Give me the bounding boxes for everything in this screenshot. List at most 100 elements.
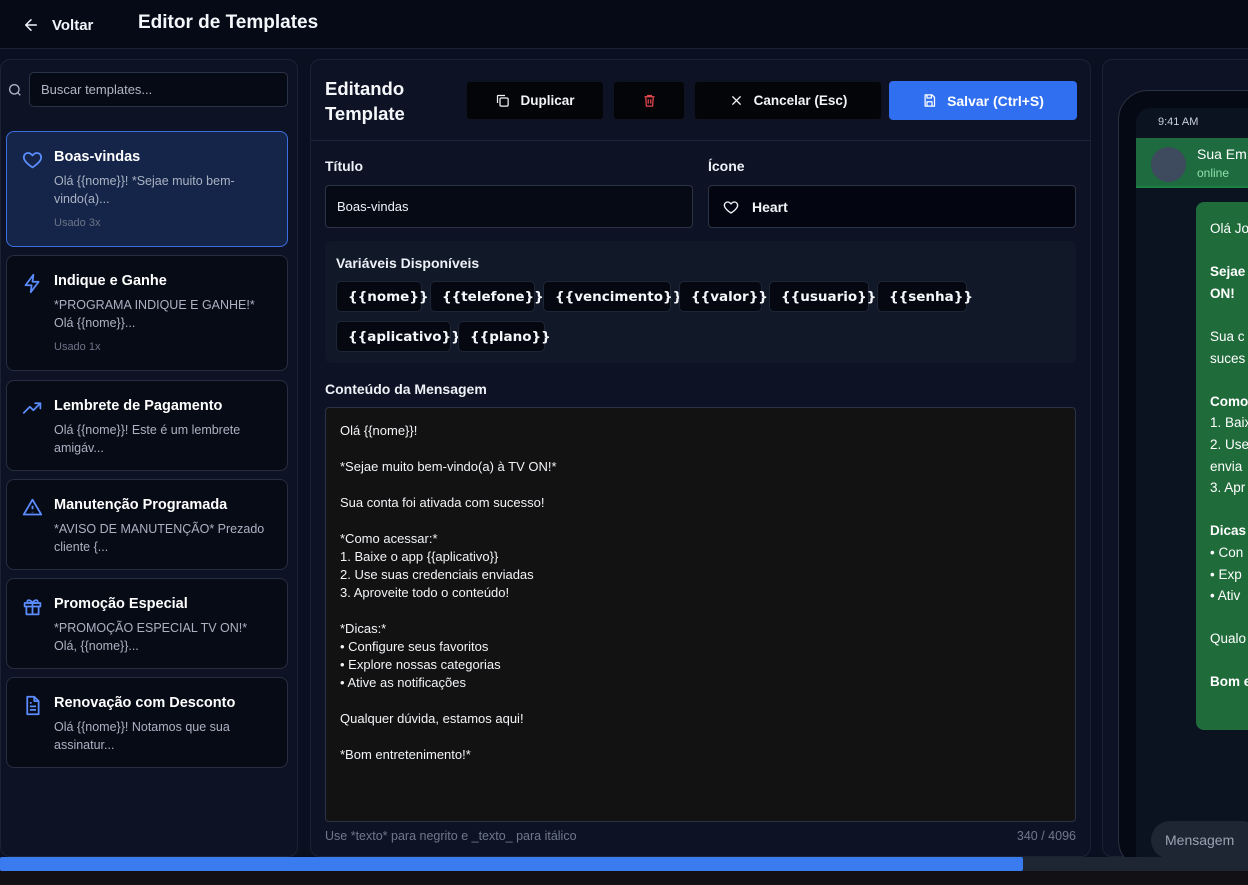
- bubble-line: 2. Use: [1210, 436, 1248, 452]
- template-preview: Olá {{nome}}! Este é um lembrete amigáv.…: [54, 423, 241, 455]
- bubble-line: envia: [1210, 458, 1243, 474]
- arrow-left-icon: [25, 19, 37, 31]
- bubble-line: • Exp: [1210, 566, 1242, 582]
- template-card-boas-vindas[interactable]: Boas-vindas Olá {{nome}}! *Sejae muito b…: [6, 131, 288, 247]
- message-content-textarea[interactable]: Olá {{nome}}! *Sejae muito bem-vindo(a) …: [325, 407, 1076, 822]
- phone-screen: 9:41 AM Sua Em online Olá Jo Sejae ON! Sua …: [1136, 108, 1248, 868]
- warning-icon: [22, 498, 43, 516]
- delete-button[interactable]: [613, 81, 685, 120]
- heart-icon: [723, 200, 739, 214]
- bubble-line: Olá Jo: [1210, 221, 1248, 236]
- template-card-lembrete-de-pagamento[interactable]: Lembrete de Pagamento Olá {{nome}}! Este…: [6, 380, 288, 471]
- copy-icon: [497, 94, 510, 107]
- content-line: [340, 728, 1061, 746]
- template-title: Promoção Especial: [54, 596, 188, 612]
- content-line: [340, 512, 1061, 530]
- bottom-strip: [0, 871, 1248, 885]
- variables-title: Variáveis Disponíveis: [336, 255, 480, 271]
- bubble-line: 3. Apr: [1210, 480, 1246, 496]
- editor-header: Editando Template Duplicar Cancelar (Esc…: [311, 60, 1090, 141]
- message-bubble: Olá Jo Sejae ON! Sua c suces Como 1. Baix 2. Us…: [1196, 202, 1248, 730]
- character-counter: 340 / 4096: [1016, 829, 1076, 843]
- content-line: [340, 692, 1061, 710]
- cancel-button[interactable]: Cancelar (Esc): [694, 81, 882, 120]
- variable-chip-vencimento[interactable]: {{vencimento}}: [543, 281, 682, 312]
- message-input[interactable]: Mensagem: [1151, 821, 1248, 859]
- bubble-line: [1210, 369, 1248, 391]
- bubble-line: Dicas: [1210, 523, 1247, 539]
- template-card-manutencao-programada[interactable]: Manutenção Programada *AVISO DE MANUTENÇ…: [6, 479, 288, 570]
- status-bar-time: 9:41 AM: [1158, 116, 1199, 128]
- cancel-label: Cancelar (Esc): [753, 93, 848, 108]
- variable-chip-aplicativo[interactable]: {{aplicativo}}: [336, 321, 461, 352]
- variables-panel: Variáveis Disponíveis {{nome}} {{telefon…: [325, 241, 1076, 363]
- content-line: 3. Aproveite todo o conteúdo!: [340, 585, 510, 600]
- search-input[interactable]: [29, 72, 288, 107]
- content-line: [340, 440, 1061, 458]
- bubble-line: Como: [1210, 393, 1248, 409]
- template-title: Indique e Ganhe: [54, 273, 167, 289]
- top-bar: Voltar Editor de Templates: [0, 0, 1248, 49]
- contact-name: Sua Em: [1197, 146, 1247, 162]
- variable-chip-plano[interactable]: {{plano}}: [458, 321, 551, 352]
- trending-up-icon: [22, 402, 42, 414]
- content-line: *Como acessar:*: [340, 531, 438, 546]
- content-line: [340, 602, 1061, 620]
- page-title: Editor de Templates: [138, 12, 319, 33]
- duplicate-button[interactable]: Duplicar: [466, 81, 604, 120]
- variable-chip-valor[interactable]: {{valor}}: [679, 281, 768, 312]
- template-title: Boas-vindas: [54, 149, 141, 165]
- bubble-line: ON!: [1210, 285, 1235, 301]
- content-line: Qualquer dúvida, estamos aqui!: [340, 711, 524, 726]
- template-preview: *PROMOÇÃO ESPECIAL TV ON!* Olá, {{nome}}…: [54, 621, 248, 653]
- template-preview: Olá {{nome}}! *Sejae muito bem-vindo(a).…: [54, 174, 235, 206]
- template-preview: *PROGRAMA INDIQUE E GANHE!* Olá {{nome}}…: [54, 298, 255, 330]
- chat-header: Sua Em online: [1136, 138, 1248, 188]
- content-line: • Configure seus favoritos: [340, 639, 489, 654]
- bubble-line: 1. Baix: [1210, 415, 1248, 431]
- bubble-line: Qualo: [1210, 631, 1247, 647]
- variable-chip-nome[interactable]: {{nome}}: [336, 281, 429, 312]
- horizontal-scrollbar-thumb[interactable]: [0, 857, 1023, 871]
- content-field-label: Conteúdo da Mensagem: [325, 381, 487, 397]
- content-line: 2. Use suas credenciais enviadas: [340, 567, 534, 582]
- save-button[interactable]: Salvar (Ctrl+S): [889, 81, 1077, 120]
- back-label: Voltar: [52, 16, 94, 34]
- content-line: • Ative as notificações: [340, 675, 466, 690]
- template-card-renovacao-com-desconto[interactable]: Renovação com Desconto Olá {{nome}}! Not…: [6, 677, 288, 768]
- content-line: Olá {{nome}}!: [340, 423, 418, 438]
- bubble-line: • Con: [1210, 544, 1244, 560]
- content-line: *Sejae muito bem-vindo(a) à TV ON!*: [340, 459, 557, 474]
- trash-icon: [644, 94, 654, 107]
- title-field-label: Título: [325, 158, 364, 174]
- content-line: 1. Baixe o app {{aplicativo}}: [340, 549, 499, 564]
- title-input[interactable]: Boas-vindas: [325, 185, 693, 228]
- variable-chip-senha[interactable]: {{senha}}: [877, 281, 973, 312]
- document-icon: [26, 695, 40, 716]
- close-icon: [731, 96, 741, 105]
- content-line: • Explore nossas categorias: [340, 657, 501, 672]
- lightning-icon: [24, 273, 40, 294]
- variable-chip-telefone[interactable]: {{telefone}}: [430, 281, 544, 312]
- save-label: Salvar (Ctrl+S): [947, 92, 1044, 109]
- avatar: [1151, 147, 1186, 182]
- icon-select-value: Heart: [752, 198, 788, 215]
- template-title: Lembrete de Pagamento: [54, 398, 223, 414]
- content-line: Sua conta foi ativada com sucesso!: [340, 495, 545, 510]
- bubble-line: [1210, 499, 1248, 521]
- template-card-promocao-especial[interactable]: Promoção Especial *PROMOÇÃO ESPECIAL TV …: [6, 578, 288, 669]
- icon-field-label: Ícone: [708, 158, 745, 174]
- icon-select[interactable]: Heart: [708, 185, 1076, 228]
- bubble-line: • Ativ: [1210, 588, 1241, 604]
- template-sidebar: Boas-vindas Olá {{nome}}! *Sejae muito b…: [0, 59, 298, 857]
- duplicate-label: Duplicar: [520, 93, 575, 108]
- content-line: *Bom entretenimento!*: [340, 747, 471, 762]
- variable-chip-usuario[interactable]: {{usuario}}: [769, 281, 876, 312]
- template-card-indique-e-ganhe[interactable]: Indique e Ganhe *PROGRAMA INDIQUE E GANH…: [6, 255, 288, 371]
- back-button[interactable]: Voltar: [22, 13, 93, 37]
- template-title: Manutenção Programada: [54, 497, 228, 513]
- bubble-line: [1210, 304, 1248, 326]
- bubble-line: [1210, 240, 1248, 262]
- gift-icon: [23, 599, 42, 616]
- template-title: Renovação com Desconto: [54, 695, 236, 711]
